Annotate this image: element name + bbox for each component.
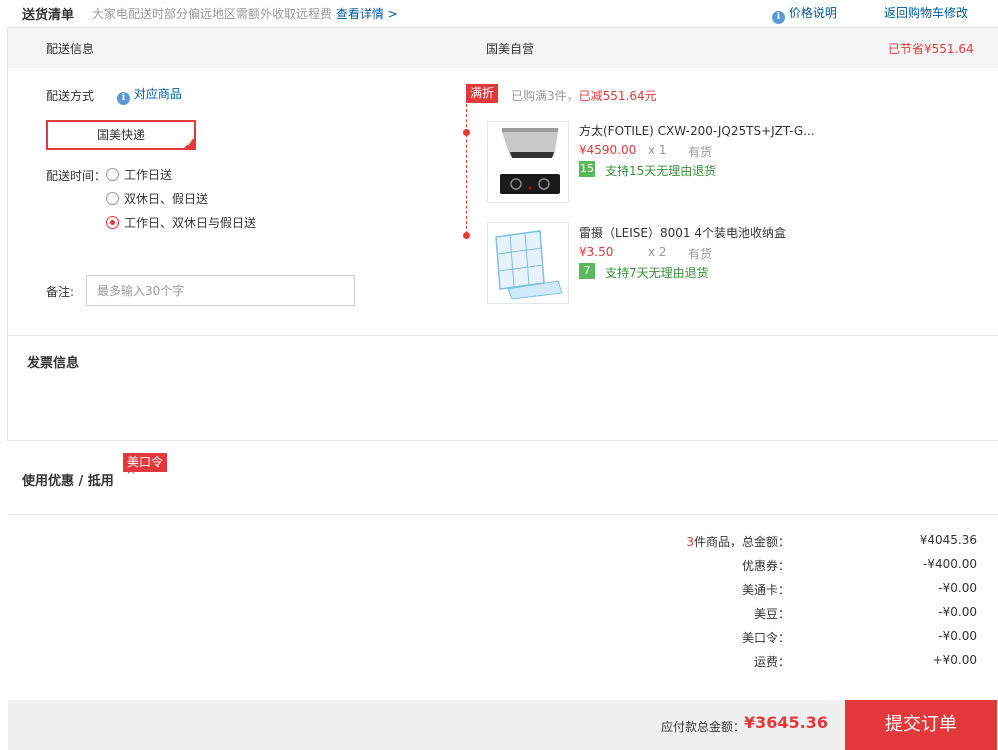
delivery-notice: 大家电配送时部分偏远地区需额外收取远程费 查看详情 > xyxy=(92,5,398,22)
coupon-toggle[interactable]: 使用优惠 / 抵用 xyxy=(22,470,114,489)
return-days-badge: 15 xyxy=(579,161,595,177)
summary-total-value: ¥4045.36 xyxy=(919,533,977,547)
invoice-title: 发票信息 xyxy=(27,356,80,371)
return-policy-text: 支持15天无理由退货 xyxy=(605,164,717,178)
return-days-badge: 7 xyxy=(579,263,595,279)
product-qty: x 2 xyxy=(648,245,667,259)
promo-tag: 满折 xyxy=(466,84,499,103)
time-option-weekend[interactable]: 双休日、假日送 xyxy=(106,190,208,207)
price-info-label[interactable]: 价格说明 xyxy=(789,6,837,20)
submit-order-button[interactable]: 提交订单 xyxy=(845,700,997,750)
info-icon: i xyxy=(117,92,130,105)
summary-label: 优惠券： xyxy=(741,559,790,573)
remark-label: 备注: xyxy=(46,285,75,299)
summary-value: -¥0.00 xyxy=(938,581,977,595)
product-price: ¥3.50 xyxy=(579,245,614,259)
product-image-battery-box[interactable] xyxy=(487,222,569,304)
info-icon: i xyxy=(772,11,785,24)
product-price: ¥4590.00 xyxy=(579,143,637,157)
payable-label: 应付款总金额： xyxy=(661,720,746,734)
time-option-label: 工作日送 xyxy=(124,168,173,182)
time-option-weekday[interactable]: 工作日送 xyxy=(106,166,172,183)
coupon-code-tag: 美口令 xyxy=(123,453,168,472)
page-title: 送货清单 xyxy=(22,8,75,23)
item-dot xyxy=(463,129,470,136)
promo-grey: 已购满3件， xyxy=(511,89,579,103)
items-total-label: 件商品，总金额： xyxy=(693,535,790,549)
notice-text: 大家电配送时部分偏远地区需额外收取远程费 xyxy=(92,7,333,21)
check-icon: ✓ xyxy=(186,139,193,148)
notice-detail-link[interactable]: 查看详情 > xyxy=(336,7,398,21)
summary-items-label: 3件商品，总金额： xyxy=(686,533,790,550)
price-info-link[interactable]: i 价格说明 xyxy=(772,4,837,24)
items-count: 3 xyxy=(686,535,694,549)
product-qty: x 1 xyxy=(648,143,667,157)
time-option-label: 工作日、双休日与假日送 xyxy=(124,216,257,230)
return-policy-text: 支持7天无理由退货 xyxy=(605,266,709,280)
product-image-range-hood[interactable] xyxy=(487,121,569,203)
product-stock: 有货 xyxy=(688,247,713,261)
range-hood-image xyxy=(488,122,568,202)
summary-label: 美口令： xyxy=(741,631,790,645)
battery-box-image xyxy=(488,223,568,303)
promo-discount: 已减551.64元 xyxy=(578,89,657,103)
matching-items-link[interactable]: i 对应商品 xyxy=(117,85,182,105)
summary-label: 美豆： xyxy=(753,607,790,621)
product-name[interactable]: 方太(FOTILE) CXW-200-JQ25TS+JZT-G... xyxy=(579,122,815,139)
promo-connector xyxy=(466,104,467,234)
product-stock: 有货 xyxy=(688,145,713,159)
payable-amount: ¥3645.36 xyxy=(744,713,829,732)
delivery-time-label: 配送时间： xyxy=(46,169,107,183)
matching-items-label[interactable]: 对应商品 xyxy=(134,87,182,101)
summary-label: 运费： xyxy=(753,655,790,669)
radio-button-selected[interactable] xyxy=(106,216,119,229)
product-name[interactable]: 雷摄（LEISE）8001 4个装电池收纳盒 xyxy=(579,224,786,241)
summary-value: -¥400.00 xyxy=(923,557,977,571)
radio-button[interactable] xyxy=(106,168,119,181)
divider xyxy=(8,335,998,336)
time-option-label: 双休日、假日送 xyxy=(124,192,209,206)
shipping-option-label: 国美快递 xyxy=(96,128,145,142)
summary-value: -¥0.00 xyxy=(938,629,977,643)
shipping-method-label: 配送方式 xyxy=(46,89,95,103)
divider xyxy=(8,514,998,515)
summary-label: 美通卡： xyxy=(741,583,790,597)
summary-value: -¥0.00 xyxy=(938,605,977,619)
time-option-all[interactable]: 工作日、双休日与假日送 xyxy=(106,214,256,231)
summary-value: +¥0.00 xyxy=(932,653,977,667)
return-cart-link[interactable]: 返回购物车修改 xyxy=(884,4,968,21)
section-bar-left: 配送信息 xyxy=(46,42,95,56)
item-dot xyxy=(463,232,470,239)
seller-name: 国美自营 xyxy=(486,42,535,56)
promo-text: 已购满3件，已减551.64元 xyxy=(511,87,657,104)
saved-amount: 已节省¥551.64 xyxy=(888,42,974,56)
remark-input[interactable] xyxy=(86,275,355,306)
shipping-option-button[interactable]: 国美快递 ✓ xyxy=(46,120,196,150)
radio-button[interactable] xyxy=(106,192,119,205)
